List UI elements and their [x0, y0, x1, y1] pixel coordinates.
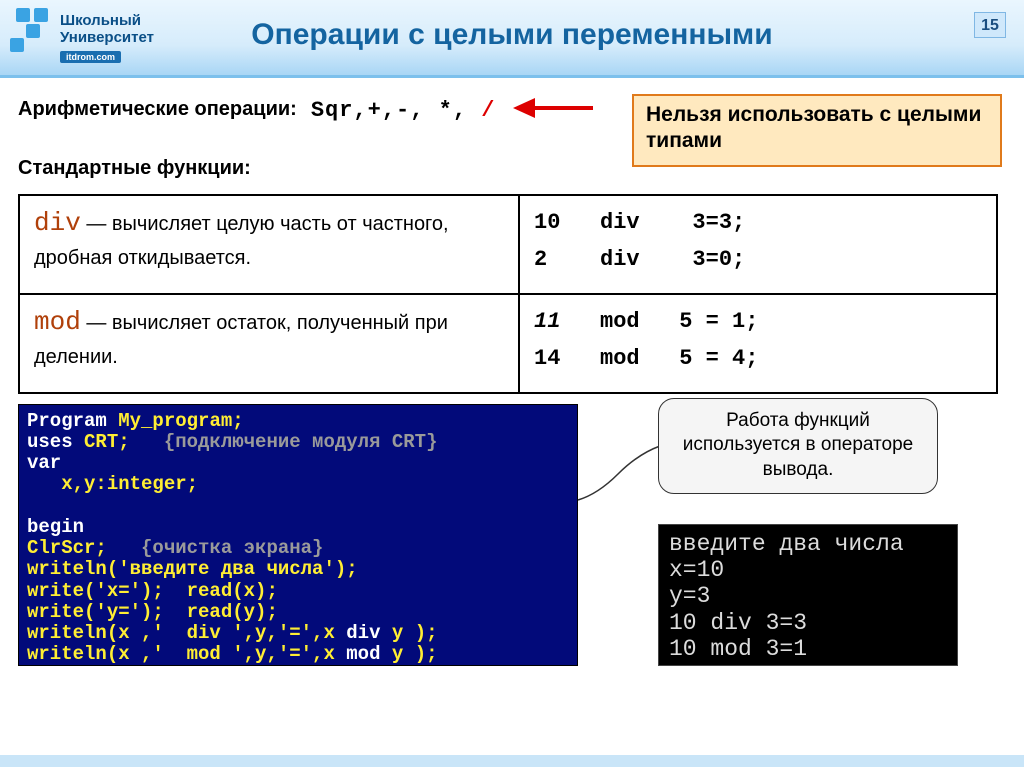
code-comment: {очистка экрана}	[141, 537, 323, 559]
page-number: 15	[974, 12, 1006, 38]
code-line: CRT;	[73, 431, 164, 453]
code-comment: {ожидание нажатия клавиши}	[152, 665, 448, 666]
slide-body: Арифметические операции: Sqr,+,-, *, / Н…	[0, 78, 1024, 666]
code-kw: div	[346, 622, 380, 644]
code-line: y );	[380, 643, 437, 665]
mod-ex-rest: mod 5 = 1; 14 mod 5 = 4;	[534, 309, 758, 371]
footer-bar	[0, 755, 1024, 767]
div-desc-cell: div — вычисляет целую часть от частного,…	[19, 195, 519, 294]
arith-row: Арифметические операции: Sqr,+,-, *, / Н…	[18, 98, 1006, 123]
slide-header: Школьный Университет itdrom.com Операции…	[0, 0, 1024, 78]
slide: Школьный Университет itdrom.com Операции…	[0, 0, 1024, 767]
code-line: write('y='); read(y);	[27, 601, 278, 623]
code-line: readkey;	[27, 665, 152, 666]
code-line: ClrScr;	[27, 537, 141, 559]
code-line: Program	[27, 410, 107, 432]
code-line: writeln('введите два числа');	[27, 558, 358, 580]
code-area: Program My_program; uses CRT; {подключен…	[18, 404, 1006, 666]
mod-desc-cell: mod — вычисляет остаток, полученный при …	[19, 294, 519, 393]
warning-callout: Нельзя использовать с целыми типами	[632, 94, 1002, 167]
code-line: writeln(x ,' div ',y,'=',x	[27, 622, 346, 644]
program-output: введите два числа x=10 y=3 10 div 3=3 10…	[658, 524, 958, 666]
code-line: My_program;	[107, 410, 244, 432]
table-row: div — вычисляет целую часть от частного,…	[19, 195, 997, 294]
ops-pre: Sqr,+,-, *,	[311, 98, 481, 123]
table-row: mod — вычисляет остаток, полученный при …	[19, 294, 997, 393]
div-keyword: div	[34, 208, 81, 238]
code-line: uses	[27, 431, 73, 453]
arith-ops: Sqr,+,-, *, /	[311, 98, 496, 123]
code-kw: mod	[346, 643, 380, 665]
ops-slash: /	[481, 98, 495, 123]
arith-label: Арифметические операции:	[18, 98, 297, 121]
code-line: begin	[27, 516, 84, 538]
code-line: x,y:integer;	[27, 473, 198, 495]
logo-ribbon: itdrom.com	[60, 51, 121, 63]
code-box: Program My_program; uses CRT; {подключен…	[18, 404, 578, 666]
mod-example-cell: 11 mod 5 = 1; 14 mod 5 = 4;	[519, 294, 997, 393]
mod-keyword: mod	[34, 307, 81, 337]
code-line: write('x='); read(x);	[27, 580, 278, 602]
code-comment: {подключение модуля CRT}	[164, 431, 438, 453]
slide-title: Операции с целыми переменными	[0, 18, 1024, 52]
code-line: writeln(x ,' mod ',y,'=',x	[27, 643, 346, 665]
mod-desc: — вычисляет остаток, полученный при деле…	[34, 312, 448, 368]
code-line: var	[27, 452, 61, 474]
div-desc: — вычисляет целую часть от частного, дро…	[34, 213, 449, 269]
speech-bubble: Работа функций используется в операторе …	[658, 398, 938, 494]
div-example-cell: 10 div 3=3; 2 div 3=0;	[519, 195, 997, 294]
mod-ex-italic: 11	[534, 309, 560, 334]
bubble-connector	[578, 444, 660, 500]
functions-table: div — вычисляет целую часть от частного,…	[18, 194, 998, 394]
code-line: y );	[380, 622, 437, 644]
